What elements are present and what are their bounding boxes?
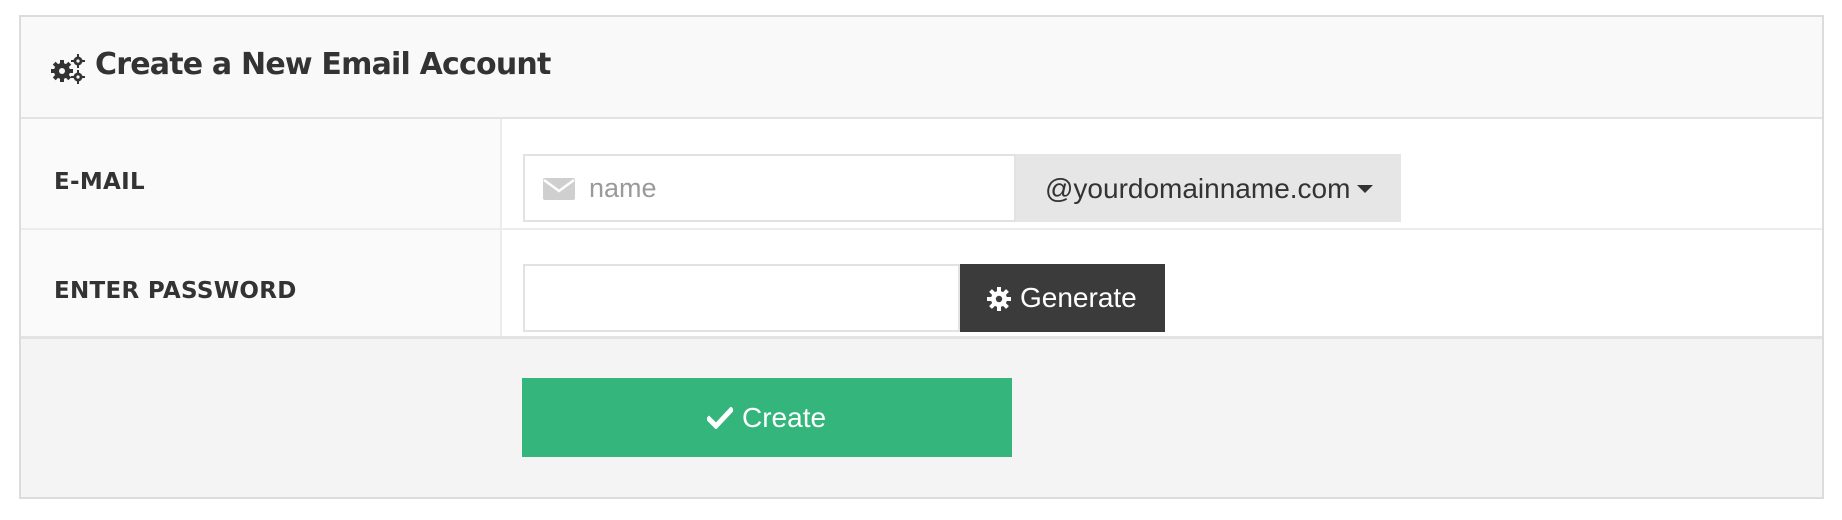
generate-password-button[interactable]: Generate: [960, 264, 1165, 332]
caret-down-icon: [1357, 185, 1373, 193]
password-label: ENTER PASSWORD: [54, 278, 297, 304]
password-input[interactable]: [523, 264, 960, 332]
email-input-group: [523, 154, 1016, 222]
email-label-cell: E-MAIL: [21, 119, 502, 228]
email-name-input[interactable]: [589, 156, 999, 220]
generate-button-label: Generate: [1020, 282, 1137, 313]
gear-icon: [987, 287, 1011, 311]
password-label-cell: ENTER PASSWORD: [21, 230, 502, 336]
create-button[interactable]: Create: [522, 378, 1012, 457]
page-title: Create a New Email Account: [95, 47, 551, 82]
email-label: E-MAIL: [54, 169, 145, 195]
domain-selected-value: @yourdomainname.com: [1045, 173, 1351, 204]
check-icon: [707, 407, 733, 429]
email-row: E-MAIL @yourdomainname.com: [21, 119, 1822, 230]
domain-dropdown[interactable]: @yourdomainname.com: [1016, 154, 1401, 222]
gears-icon: [51, 54, 85, 84]
create-email-panel: Create a New Email Account E-MAIL @yourd…: [19, 15, 1824, 499]
create-button-label: Create: [742, 402, 827, 433]
form-footer: Create: [21, 339, 1822, 497]
panel-header: Create a New Email Account: [21, 17, 1822, 119]
envelope-icon: [543, 178, 575, 200]
password-row: ENTER PASSWORD Generate: [21, 230, 1822, 339]
